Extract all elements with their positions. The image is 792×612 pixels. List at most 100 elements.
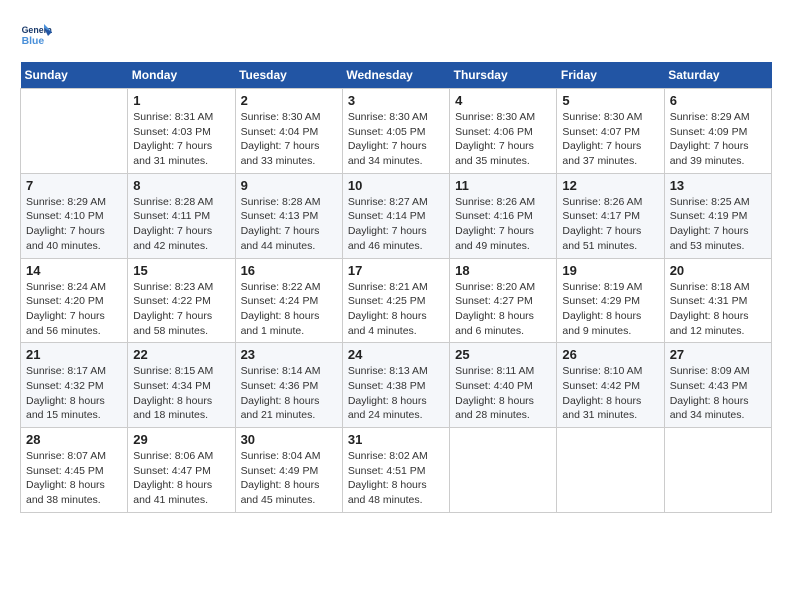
day-cell [664,428,771,513]
day-cell: 18 Sunrise: 8:20 AMSunset: 4:27 PMDayligh… [450,258,557,343]
day-number: 25 [455,347,551,362]
page-header: General Blue [20,20,772,52]
day-number: 6 [670,93,766,108]
day-info: Sunrise: 8:06 AMSunset: 4:47 PMDaylight:… [133,449,229,508]
day-info: Sunrise: 8:17 AMSunset: 4:32 PMDaylight:… [26,364,122,423]
day-number: 16 [241,263,337,278]
day-number: 30 [241,432,337,447]
day-number: 3 [348,93,444,108]
day-cell [557,428,664,513]
day-number: 31 [348,432,444,447]
day-header-saturday: Saturday [664,62,771,89]
day-cell: 29 Sunrise: 8:06 AMSunset: 4:47 PMDayligh… [128,428,235,513]
day-number: 18 [455,263,551,278]
day-info: Sunrise: 8:10 AMSunset: 4:42 PMDaylight:… [562,364,658,423]
day-cell: 17 Sunrise: 8:21 AMSunset: 4:25 PMDayligh… [342,258,449,343]
day-cell: 3Sunrise: 8:30 AMSunset: 4:05 PMDaylight… [342,89,449,174]
day-info: Sunrise: 8:18 AMSunset: 4:31 PMDaylight:… [670,280,766,339]
day-info: Sunrise: 8:29 AMSunset: 4:10 PMDaylight:… [26,195,122,254]
day-info: Sunrise: 8:30 AMSunset: 4:04 PMDaylight:… [241,110,337,169]
day-header-sunday: Sunday [21,62,128,89]
day-number: 19 [562,263,658,278]
day-number: 10 [348,178,444,193]
day-number: 27 [670,347,766,362]
day-info: Sunrise: 8:23 AMSunset: 4:22 PMDaylight:… [133,280,229,339]
day-number: 15 [133,263,229,278]
day-number: 22 [133,347,229,362]
day-cell: 27 Sunrise: 8:09 AMSunset: 4:43 PMDayligh… [664,343,771,428]
week-row-5: 28 Sunrise: 8:07 AMSunset: 4:45 PMDayligh… [21,428,772,513]
day-number: 28 [26,432,122,447]
day-number: 2 [241,93,337,108]
day-cell: 11Sunrise: 8:26 AMSunset: 4:16 PMDayligh… [450,173,557,258]
day-number: 17 [348,263,444,278]
day-cell: 5 Sunrise: 8:30 AMSunset: 4:07 PMDaylight… [557,89,664,174]
week-row-1: 1 Sunrise: 8:31 AMSunset: 4:03 PMDaylight… [21,89,772,174]
day-cell: 22 Sunrise: 8:15 AMSunset: 4:34 PMDayligh… [128,343,235,428]
day-cell: 25 Sunrise: 8:11 AMSunset: 4:40 PMDayligh… [450,343,557,428]
header-row: SundayMondayTuesdayWednesdayThursdayFrid… [21,62,772,89]
day-header-thursday: Thursday [450,62,557,89]
day-cell: 19 Sunrise: 8:19 AMSunset: 4:29 PMDayligh… [557,258,664,343]
day-cell: 9Sunrise: 8:28 AMSunset: 4:13 PMDaylight… [235,173,342,258]
day-number: 21 [26,347,122,362]
day-cell: 14 Sunrise: 8:24 AMSunset: 4:20 PMDayligh… [21,258,128,343]
day-cell [21,89,128,174]
day-number: 14 [26,263,122,278]
day-info: Sunrise: 8:27 AMSunset: 4:14 PMDaylight:… [348,195,444,254]
day-info: Sunrise: 8:31 AMSunset: 4:03 PMDaylight:… [133,110,229,169]
day-number: 23 [241,347,337,362]
day-cell: 8 Sunrise: 8:28 AMSunset: 4:11 PMDaylight… [128,173,235,258]
day-info: Sunrise: 8:26 AMSunset: 4:17 PMDaylight:… [562,195,658,254]
day-info: Sunrise: 8:30 AMSunset: 4:06 PMDaylight:… [455,110,551,169]
day-cell: 24 Sunrise: 8:13 AMSunset: 4:38 PMDayligh… [342,343,449,428]
day-cell: 26Sunrise: 8:10 AMSunset: 4:42 PMDayligh… [557,343,664,428]
day-info: Sunrise: 8:11 AMSunset: 4:40 PMDaylight:… [455,364,551,423]
svg-text:Blue: Blue [22,36,45,47]
day-number: 5 [562,93,658,108]
day-cell: 10 Sunrise: 8:27 AMSunset: 4:14 PMDayligh… [342,173,449,258]
day-info: Sunrise: 8:22 AMSunset: 4:24 PMDaylight:… [241,280,337,339]
day-info: Sunrise: 8:13 AMSunset: 4:38 PMDaylight:… [348,364,444,423]
day-number: 4 [455,93,551,108]
day-info: Sunrise: 8:09 AMSunset: 4:43 PMDaylight:… [670,364,766,423]
day-cell: 7 Sunrise: 8:29 AMSunset: 4:10 PMDaylight… [21,173,128,258]
day-info: Sunrise: 8:15 AMSunset: 4:34 PMDaylight:… [133,364,229,423]
day-cell: 12 Sunrise: 8:26 AMSunset: 4:17 PMDayligh… [557,173,664,258]
day-info: Sunrise: 8:28 AMSunset: 4:13 PMDaylight:… [241,195,337,254]
day-info: Sunrise: 8:28 AMSunset: 4:11 PMDaylight:… [133,195,229,254]
day-info: Sunrise: 8:02 AMSunset: 4:51 PMDaylight:… [348,449,444,508]
day-number: 24 [348,347,444,362]
day-cell: 16 Sunrise: 8:22 AMSunset: 4:24 PMDayligh… [235,258,342,343]
day-info: Sunrise: 8:20 AMSunset: 4:27 PMDaylight:… [455,280,551,339]
day-cell: 13Sunrise: 8:25 AMSunset: 4:19 PMDayligh… [664,173,771,258]
day-cell: 1 Sunrise: 8:31 AMSunset: 4:03 PMDaylight… [128,89,235,174]
day-cell: 31 Sunrise: 8:02 AMSunset: 4:51 PMDayligh… [342,428,449,513]
day-info: Sunrise: 8:19 AMSunset: 4:29 PMDaylight:… [562,280,658,339]
day-header-wednesday: Wednesday [342,62,449,89]
day-info: Sunrise: 8:04 AMSunset: 4:49 PMDaylight:… [241,449,337,508]
day-cell: 21 Sunrise: 8:17 AMSunset: 4:32 PMDayligh… [21,343,128,428]
day-number: 29 [133,432,229,447]
day-number: 1 [133,93,229,108]
day-cell [450,428,557,513]
day-info: Sunrise: 8:07 AMSunset: 4:45 PMDaylight:… [26,449,122,508]
day-number: 12 [562,178,658,193]
day-number: 8 [133,178,229,193]
day-cell: 30 Sunrise: 8:04 AMSunset: 4:49 PMDayligh… [235,428,342,513]
day-header-friday: Friday [557,62,664,89]
calendar-table: SundayMondayTuesdayWednesdayThursdayFrid… [20,62,772,513]
week-row-3: 14 Sunrise: 8:24 AMSunset: 4:20 PMDayligh… [21,258,772,343]
day-cell: 2 Sunrise: 8:30 AMSunset: 4:04 PMDaylight… [235,89,342,174]
day-number: 7 [26,178,122,193]
day-info: Sunrise: 8:25 AMSunset: 4:19 PMDaylight:… [670,195,766,254]
day-info: Sunrise: 8:24 AMSunset: 4:20 PMDaylight:… [26,280,122,339]
day-info: Sunrise: 8:14 AMSunset: 4:36 PMDaylight:… [241,364,337,423]
week-row-2: 7 Sunrise: 8:29 AMSunset: 4:10 PMDaylight… [21,173,772,258]
week-row-4: 21 Sunrise: 8:17 AMSunset: 4:32 PMDayligh… [21,343,772,428]
day-info: Sunrise: 8:21 AMSunset: 4:25 PMDaylight:… [348,280,444,339]
day-header-tuesday: Tuesday [235,62,342,89]
day-cell: 28 Sunrise: 8:07 AMSunset: 4:45 PMDayligh… [21,428,128,513]
day-info: Sunrise: 8:30 AMSunset: 4:07 PMDaylight:… [562,110,658,169]
day-info: Sunrise: 8:26 AMSunset: 4:16 PMDaylight:… [455,195,551,254]
